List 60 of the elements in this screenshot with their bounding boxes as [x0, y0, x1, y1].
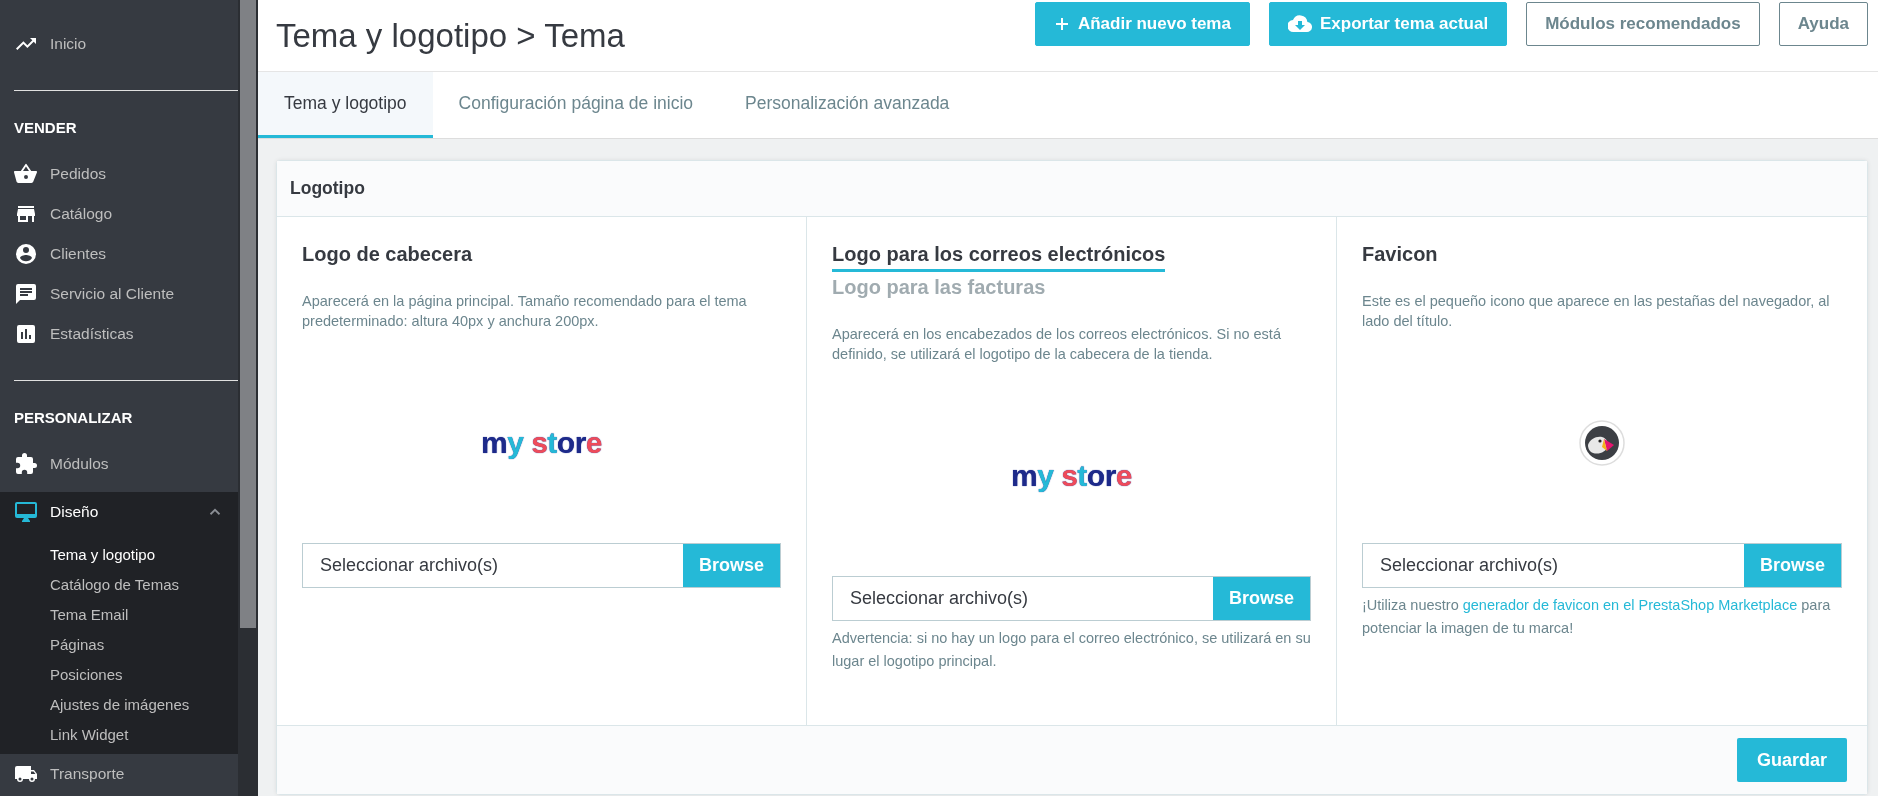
submenu-item[interactable]: Posiciones	[0, 660, 238, 690]
submenu-item[interactable]: Tema y logotipo	[0, 540, 238, 570]
scrollbar[interactable]	[238, 0, 258, 796]
help-text: ¡Utiliza nuestro generador de favicon en el PrestaShop Marketplace para potenciar la imagen de tu marca!	[1362, 596, 1832, 638]
sidebar-item[interactable]: Inicio	[0, 24, 238, 64]
sidebar-item-label: Módulos	[50, 455, 110, 473]
person-icon	[14, 242, 38, 266]
sidebar-item-label: Catálogo	[50, 205, 114, 223]
sidebar-item-label: Inicio	[50, 35, 88, 53]
description-text: Aparecerá en la página principal. Tamaño recomendado para el tema predeterminado: altura 40px y anchura 200px.	[302, 292, 748, 331]
store-logo: my store	[480, 426, 603, 460]
section-tab[interactable]: Logo para los correos electrónicos	[832, 243, 1166, 272]
sidebar-item-label: Diseño	[50, 503, 100, 521]
tab[interactable]: Personalización avanzada	[719, 72, 976, 138]
section-title: Logo de cabecera	[302, 243, 473, 267]
description-text: Aparecerá en los encabezados de los correos electrónicos. Si no está definido, se utilizará el logotipo de la cabecera de la tienda.	[832, 325, 1282, 364]
file-input-placeholder: Seleccionar archivo(s)	[849, 587, 1030, 610]
sidebar-item-label: Pedidos	[50, 165, 107, 183]
sidebar-item[interactable]: Módulos	[0, 444, 238, 484]
header-button[interactable]: Ayuda	[1778, 2, 1868, 46]
plus-icon	[1053, 16, 1070, 32]
sidebar-item[interactable]: Diseño	[0, 492, 238, 532]
sidebar-item[interactable]: Pedidos	[0, 154, 238, 194]
file-input[interactable]: Seleccionar archivo(s) Browse	[832, 576, 1311, 621]
submenu-item[interactable]: Ajustes de imágenes	[0, 690, 238, 720]
chart-icon	[14, 322, 38, 346]
sidebar-item[interactable]: Servicio al Cliente	[0, 274, 238, 314]
basket-icon	[14, 162, 38, 186]
puzzle-icon	[14, 452, 38, 476]
panel-title: Logotipo	[290, 178, 365, 199]
file-input[interactable]: Seleccionar archivo(s) Browse	[302, 543, 781, 588]
sidebar-item[interactable]: Catálogo	[0, 194, 238, 234]
page-title: Tema y logotipo > Tema	[276, 16, 625, 55]
sidebar-item-label: Servicio al Cliente	[50, 285, 176, 303]
warning-text: Advertencia: si no hay un logo para el correo electrónico, se utilizará en su lugar el logotipo principal.	[832, 629, 1311, 671]
sidebar-item[interactable]: Clientes	[0, 234, 238, 274]
tab[interactable]: Configuración página de inicio	[432, 72, 720, 138]
file-input-placeholder: Seleccionar archivo(s)	[319, 554, 500, 577]
sidebar-item[interactable]: Transporte	[0, 754, 238, 794]
scrollbar-thumb[interactable]	[240, 0, 256, 628]
submenu-item[interactable]: Tema Email	[0, 600, 238, 630]
sidebar-heading: PERSONALIZAR	[13, 409, 134, 426]
sidebar-item-label: Transporte	[50, 765, 126, 783]
description-text: Este es el pequeño icono que aparece en las pestañas del navegador, al lado del título.	[1362, 292, 1831, 331]
sidebar-item[interactable]: Estadísticas	[0, 314, 238, 354]
sidebar-item-label: Estadísticas	[50, 325, 135, 343]
submenu-item[interactable]: Link Widget	[0, 720, 238, 750]
header-button[interactable]: Módulos recomendados	[1526, 2, 1760, 46]
favicon-drawing	[1578, 419, 1626, 467]
store-logo: my store	[1010, 459, 1133, 493]
submenu-item[interactable]: Catálogo de Temas	[0, 570, 238, 600]
file-input[interactable]: Seleccionar archivo(s) Browse	[1362, 543, 1842, 588]
monitor-icon	[14, 500, 38, 524]
tab[interactable]: Tema y logotipo	[258, 72, 433, 138]
submenu-item[interactable]: Páginas	[0, 630, 238, 660]
sidebar-heading: VENDER	[13, 119, 78, 136]
section-title: Favicon	[1362, 243, 1438, 267]
chat-icon	[14, 282, 38, 306]
file-input-placeholder: Seleccionar archivo(s)	[1379, 554, 1560, 577]
sidebar-item-label: Clientes	[50, 245, 107, 263]
